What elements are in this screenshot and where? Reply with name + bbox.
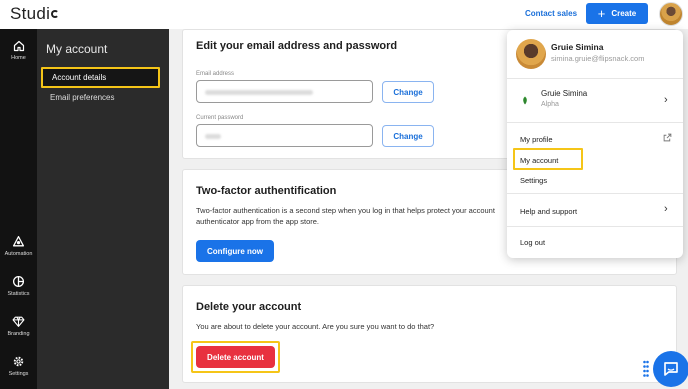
top-bar: Studi Contact sales + Create [0,0,688,29]
rail-label-settings: Settings [8,371,29,377]
delete-account-button[interactable]: Delete account [196,346,275,368]
sidebar-item-email-preferences[interactable]: Email preferences [41,87,160,108]
workspace-plan: Alpha [541,101,559,108]
delete-button-highlight: Delete account [191,341,280,373]
help-chevron-right-icon[interactable]: › [664,203,668,215]
rail-label-home: Home [11,55,26,61]
divider [507,193,683,194]
workspace-chevron-right-icon[interactable]: › [664,94,668,106]
account-sidebar: My account Account details Email prefere… [37,29,169,389]
two-factor-description-1: Two-factor authentication is a second st… [196,206,495,215]
rail-label-automation: Automation [4,251,33,257]
drag-handle-icon[interactable] [643,360,649,378]
email-field[interactable] [196,80,373,103]
menu-item-settings[interactable]: Settings [520,176,547,185]
rail-item-statistics[interactable]: Statistics [0,275,37,297]
password-field[interactable] [196,124,373,147]
rail-label-statistics: Statistics [7,291,30,297]
rail-item-home[interactable]: Home [0,40,37,61]
menu-item-my-profile[interactable]: My profile [520,135,553,144]
create-button-label: Create [611,9,637,18]
diamond-icon [12,316,25,327]
divider [507,78,683,79]
dropdown-avatar [516,39,546,69]
profile-dropdown: Gruie Simina simina.gruie@flipsnack.com … [507,30,683,258]
chat-bubble-icon [664,362,678,376]
rail-item-branding[interactable]: Branding [0,315,37,337]
two-factor-title: Two-factor authentification [196,185,337,197]
change-email-button[interactable]: Change [382,81,434,103]
delete-account-title: Delete your account [196,301,302,313]
sidebar-item-account-details[interactable]: Account details [41,67,160,88]
gear-icon [13,356,24,367]
dropdown-user-email: simina.gruie@flipsnack.com [551,54,645,63]
delete-account-description: You are about to delete your account. Ar… [196,322,435,331]
configure-now-button[interactable]: Configure now [196,240,274,262]
divider [507,122,683,123]
workspace-name[interactable]: Gruie Simina [541,89,587,98]
menu-item-help-support[interactable]: Help and support [520,207,577,216]
divider [507,226,683,227]
sidebar-title: My account [46,42,108,56]
workspace-leaf-icon [523,96,527,105]
automation-icon [12,235,25,247]
chat-support-button[interactable] [653,351,688,387]
email-password-title: Edit your email address and password [196,40,398,52]
password-label: Current password [196,115,244,121]
studio-logo[interactable]: Studi [10,4,60,24]
rail-label-branding: Branding [7,331,30,337]
dropdown-user-name: Gruie Simina [551,42,604,52]
statistics-icon [12,275,25,288]
menu-item-log-out[interactable]: Log out [520,238,545,247]
delete-account-card: Delete your account You are about to del… [182,285,677,383]
home-icon [13,40,24,52]
email-label: Email address [196,71,235,77]
menu-item-my-account[interactable]: My account [520,156,558,165]
user-avatar[interactable] [659,2,683,26]
rail-item-automation[interactable]: Automation [0,235,37,257]
left-rail: Home Automation Statistics Branding Sett… [0,29,37,389]
rail-item-settings[interactable]: Settings [0,355,37,377]
contact-sales-link[interactable]: Contact sales [525,9,577,18]
change-password-button[interactable]: Change [382,125,434,147]
create-button[interactable]: + Create [586,3,648,24]
plus-icon: + [597,6,606,21]
two-factor-description-2: authenticator app from the app store. [196,217,319,226]
external-link-icon[interactable] [663,133,672,142]
